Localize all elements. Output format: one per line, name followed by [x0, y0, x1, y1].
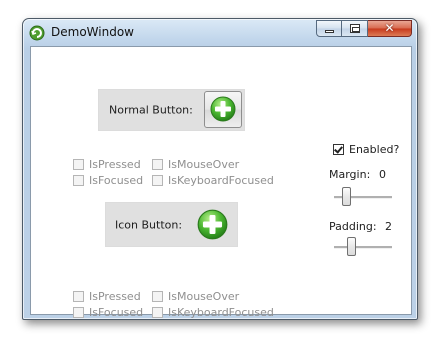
close-icon: ✕ [384, 21, 395, 35]
padding-slider-thumb[interactable] [347, 237, 356, 256]
normal-button-container: Normal Button: [98, 89, 245, 131]
icon-add-button[interactable] [197, 209, 228, 240]
normal-is-mouse-over-label: IsMouseOver [168, 158, 240, 171]
icon-is-focused-checkbox [73, 307, 84, 318]
margin-slider[interactable] [334, 186, 392, 208]
icon-is-keyboard-focused: IsKeyboardFocused [152, 306, 274, 319]
normal-is-focused: IsFocused [73, 174, 143, 187]
normal-button-label: Normal Button: [109, 103, 193, 117]
padding-label: Padding: [329, 220, 377, 233]
maximize-button[interactable] [342, 20, 368, 37]
normal-is-keyboard-focused-label: IsKeyboardFocused [168, 174, 274, 187]
normal-is-pressed-checkbox [73, 159, 84, 170]
normal-is-pressed-label: IsPressed [89, 158, 141, 171]
minimize-icon [325, 30, 334, 33]
icon-is-mouse-over: IsMouseOver [152, 290, 239, 303]
normal-is-focused-checkbox [73, 175, 84, 186]
margin-label: Margin: [329, 168, 371, 181]
margin-slider-thumb[interactable] [342, 187, 351, 206]
enabled-label: Enabled? [349, 143, 400, 156]
normal-is-focused-label: IsFocused [89, 174, 144, 187]
enabled-check-icon[interactable] [333, 144, 344, 155]
margin-value: 0 [379, 168, 386, 181]
demo-window: DemoWindow ✕ Normal Button: IsPressed Is… [22, 18, 418, 320]
padding-slider[interactable] [334, 236, 392, 258]
title-bar[interactable]: DemoWindow ✕ [23, 19, 417, 45]
icon-is-pressed-checkbox [73, 291, 84, 302]
icon-is-focused-label: IsFocused [89, 306, 144, 319]
close-button[interactable]: ✕ [368, 20, 412, 37]
icon-is-pressed-label: IsPressed [89, 290, 141, 303]
enabled-checkbox[interactable]: Enabled? [333, 143, 399, 156]
padding-slider-track [334, 246, 392, 249]
icon-is-keyboard-focused-label: IsKeyboardFocused [168, 306, 274, 319]
icon-button-label: Icon Button: [115, 218, 183, 231]
icon-is-keyboard-focused-checkbox [152, 307, 163, 318]
normal-is-keyboard-focused: IsKeyboardFocused [152, 174, 274, 187]
icon-is-mouse-over-checkbox [152, 291, 163, 302]
normal-is-mouse-over: IsMouseOver [152, 158, 239, 171]
window-title: DemoWindow [51, 25, 134, 39]
window-controls: ✕ [316, 20, 412, 38]
icon-is-focused: IsFocused [73, 306, 143, 319]
normal-is-keyboard-focused-checkbox [152, 175, 163, 186]
padding-value: 2 [385, 220, 392, 233]
maximize-icon [350, 24, 360, 33]
icon-button-container: Icon Button: [105, 202, 238, 247]
icon-is-pressed: IsPressed [73, 290, 141, 303]
normal-is-mouse-over-checkbox [152, 159, 163, 170]
minimize-button[interactable] [316, 20, 342, 37]
icon-is-mouse-over-label: IsMouseOver [168, 290, 240, 303]
plus-circle-icon [210, 96, 236, 122]
normal-add-button[interactable] [204, 91, 242, 128]
client-area: Normal Button: IsPressed IsMouseOver IsF… [30, 46, 412, 319]
app-icon [29, 25, 45, 41]
normal-is-pressed: IsPressed [73, 158, 141, 171]
